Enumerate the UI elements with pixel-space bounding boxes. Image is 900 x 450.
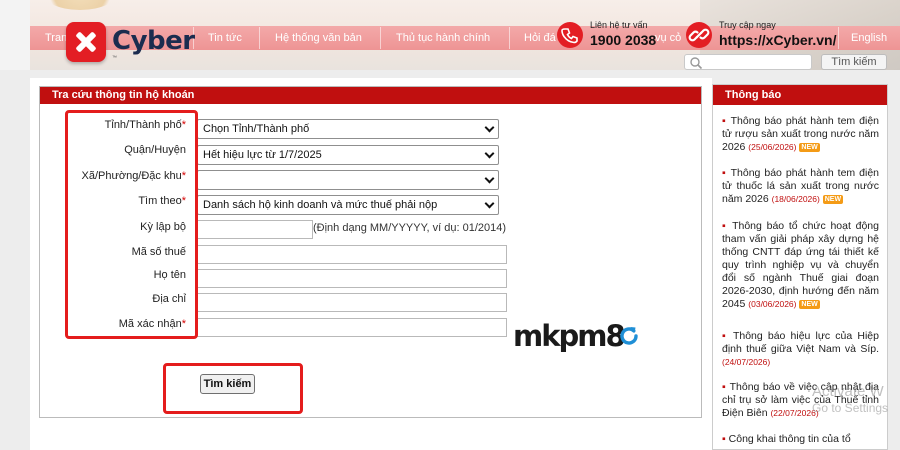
news-item[interactable]: ▪ Thông báo tổ chức hoạt động tham vấn g…	[722, 220, 879, 311]
website-label: Truy cập ngay	[719, 20, 776, 30]
bullet-icon: ▪	[722, 220, 728, 232]
news-item[interactable]: ▪ Thông báo hiệu lực của Hiệp định thuế …	[722, 330, 879, 369]
menu-separator	[509, 27, 510, 49]
period-format-hint: (Định dạng MM/YYYYY, ví dụ: 01/2014)	[313, 222, 507, 234]
menu-separator	[259, 27, 260, 49]
menu-item-english[interactable]: English	[851, 32, 887, 44]
captcha-input[interactable]	[197, 318, 507, 337]
panel-title: Tra cứu thông tin hộ khoán	[40, 87, 701, 104]
bullet-icon: ▪	[722, 330, 728, 342]
new-badge-icon: NEW	[799, 143, 820, 152]
chevron-down-icon	[484, 122, 495, 133]
submit-button-highlight	[163, 363, 303, 414]
menu-separator	[380, 27, 381, 49]
hotline-label: Liên hệ tư vấn	[590, 20, 648, 30]
tax-code-input[interactable]	[197, 245, 507, 264]
chevron-down-icon	[484, 148, 495, 159]
cyber-logo-text: Cyber	[112, 26, 195, 56]
menu-item-legal-docs[interactable]: Hệ thống văn bản	[275, 32, 362, 44]
province-select[interactable]: Chọn Tỉnh/Thành phố	[197, 119, 499, 139]
search-by-select[interactable]: Danh sách hộ kinh doanh và mức thuế phải…	[197, 195, 499, 215]
news-item[interactable]: ▪ Thông báo phát hành tem điện tử thuốc …	[722, 167, 879, 206]
website-block: Truy cập ngay https://xCyber.vn/	[686, 20, 836, 52]
sidebar-title: Thông báo	[713, 85, 887, 105]
menu-item-home[interactable]: Tran	[45, 32, 67, 44]
bullet-icon: ▪	[722, 167, 727, 179]
banner-left-edge	[0, 0, 30, 70]
news-date: (24/07/2026)	[722, 357, 771, 367]
news-date: (18/06/2026)	[771, 194, 820, 204]
news-item[interactable]: ▪ Thông báo phát hành tem điện tử rượu s…	[722, 115, 879, 154]
bullet-icon: ▪	[722, 115, 727, 127]
phone-icon	[557, 22, 583, 48]
site-search-input[interactable]	[684, 54, 812, 70]
new-badge-icon: NEW	[822, 195, 844, 204]
site-search-button[interactable]: Tìm kiếm	[821, 54, 887, 70]
site-banner: Tran Tin tức Hệ thống văn bản Thủ tục hà…	[0, 0, 900, 70]
cyber-logo: Cyber ™	[66, 22, 195, 62]
cyber-logo-tm: ™	[112, 55, 117, 61]
hotline-block: Liên hệ tư vấn 1900 2038	[557, 20, 687, 52]
news-date: (03/06/2026)	[748, 299, 797, 309]
captcha-image: mkpm8	[513, 319, 626, 353]
cyber-x-icon	[66, 22, 106, 62]
bullet-icon: ▪	[722, 433, 726, 445]
bullet-icon: ▪	[722, 381, 727, 393]
menu-separator	[838, 27, 839, 49]
chevron-down-icon	[484, 198, 495, 209]
link-icon	[686, 22, 712, 48]
district-select[interactable]: Hết hiệu lực từ 1/7/2025	[197, 145, 499, 165]
emblem-image	[40, 0, 120, 10]
hotline-number: 1900 2038	[590, 32, 657, 48]
full-name-input[interactable]	[197, 269, 507, 288]
activation-watermark: Activate W	[812, 383, 884, 400]
chevron-down-icon	[484, 173, 495, 184]
menu-item-news[interactable]: Tin tức	[208, 32, 242, 44]
address-input[interactable]	[197, 293, 507, 312]
period-input[interactable]	[197, 220, 313, 239]
refresh-captcha-icon[interactable]	[617, 324, 641, 348]
news-item[interactable]: ▪ Công khai thông tin của tổ	[722, 433, 879, 446]
news-date: (25/06/2026)	[748, 142, 797, 152]
new-badge-icon: NEW	[799, 300, 820, 309]
website-url[interactable]: https://xCyber.vn/	[719, 32, 836, 48]
menu-item-admin-procedures[interactable]: Thủ tục hành chính	[396, 32, 490, 44]
menu-item-qa[interactable]: Hỏi đá	[524, 32, 556, 44]
ward-select[interactable]	[197, 170, 499, 190]
activation-watermark-settings: Go to Settings	[812, 401, 889, 415]
search-icon	[690, 57, 703, 70]
form-labels-highlight	[65, 110, 198, 339]
